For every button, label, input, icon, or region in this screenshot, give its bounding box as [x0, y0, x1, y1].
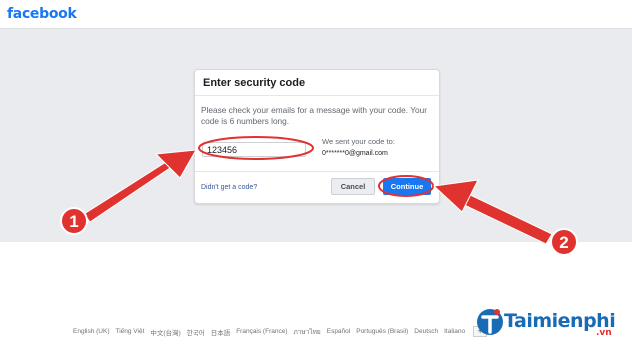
language-link[interactable]: 中文(台灣) — [150, 327, 180, 337]
taimienphi-logo-icon — [477, 309, 503, 335]
language-link[interactable]: Deutsch — [414, 328, 438, 335]
language-link[interactable]: English (UK) — [73, 328, 109, 335]
language-selector: English (UK) Tiếng Việt 中文(台灣) 한국어 日本語 F… — [73, 326, 488, 337]
language-link[interactable]: Español — [327, 328, 351, 335]
facebook-logo[interactable]: facebook — [7, 6, 77, 22]
code-sent-email: 0*******0@gmail.com — [322, 150, 388, 157]
watermark-domain: .vn — [596, 328, 612, 338]
language-link[interactable]: Tiếng Việt — [115, 328, 144, 335]
security-code-input[interactable] — [202, 142, 306, 157]
continue-button[interactable]: Continue — [383, 178, 431, 195]
language-link[interactable]: 日本語 — [211, 327, 231, 337]
dialog-header: Enter security code — [195, 70, 439, 96]
dialog-title: Enter security code — [203, 77, 306, 89]
language-link[interactable]: Português (Brasil) — [356, 328, 408, 335]
top-navbar: facebook — [0, 0, 632, 29]
dialog-description: Please check your emails for a message w… — [201, 105, 427, 126]
language-link[interactable]: ภาษาไทย — [294, 327, 321, 337]
language-link[interactable]: 한국어 — [187, 327, 205, 337]
cancel-button[interactable]: Cancel — [331, 178, 375, 195]
language-link[interactable]: Français (France) — [236, 328, 287, 335]
taimienphi-watermark: Taimienphi .vn — [472, 302, 628, 342]
security-code-dialog: Enter security code Please check your em… — [194, 69, 440, 204]
didnt-get-code-link[interactable]: Didn't get a code? — [201, 184, 257, 191]
code-sent-label: We sent your code to: — [322, 137, 395, 146]
language-link[interactable]: Italiano — [444, 328, 465, 335]
